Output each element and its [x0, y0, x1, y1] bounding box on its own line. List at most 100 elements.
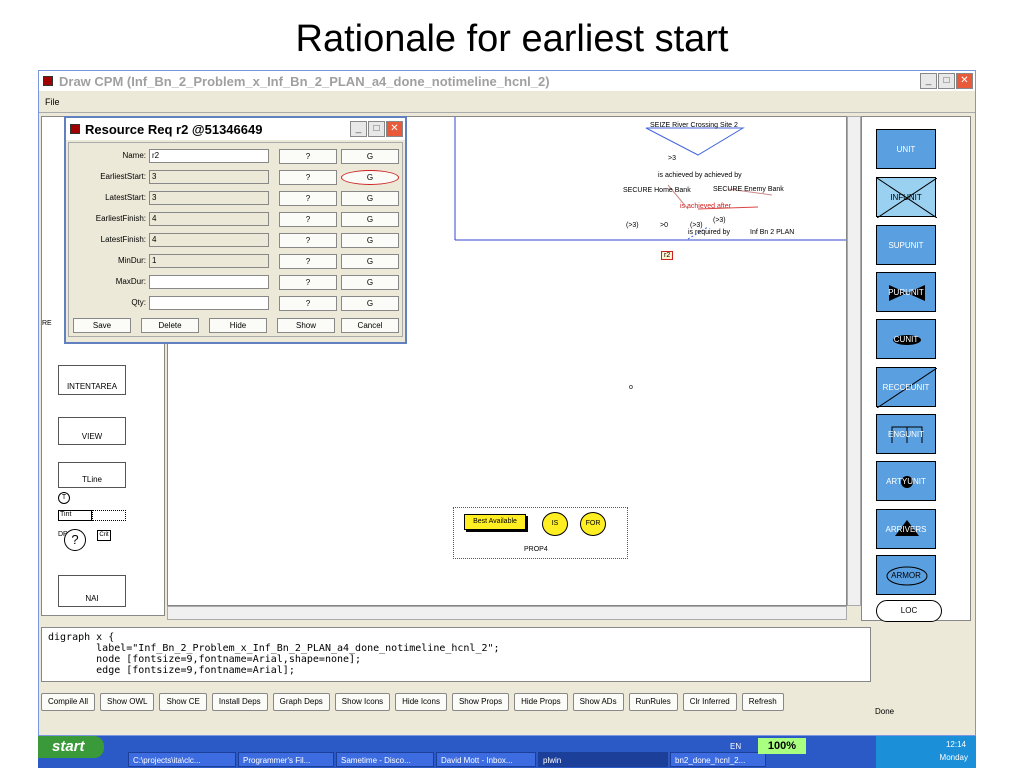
latest-start-input[interactable]: 3: [149, 191, 269, 205]
qty-g-button[interactable]: G: [341, 296, 399, 311]
seize-node-label[interactable]: SEIZE River Crossing Site 2: [650, 122, 738, 129]
latest-start-help-button[interactable]: ?: [279, 191, 337, 206]
latest-finish-g-button[interactable]: G: [341, 233, 399, 248]
window-titlebar[interactable]: Draw CPM (Inf_Bn_2_Problem_x_Inf_Bn_2_PL…: [39, 71, 975, 91]
palette-crit[interactable]: Crit: [97, 530, 111, 541]
menu-file[interactable]: File: [45, 97, 60, 107]
save-button[interactable]: Save: [73, 318, 131, 333]
palette-arrivers-label: ARRIVERS: [885, 525, 927, 534]
show-ads-button[interactable]: Show ADs: [572, 693, 624, 711]
latest-finish-help-button[interactable]: ?: [279, 233, 337, 248]
t-circle-icon[interactable]: T: [58, 492, 70, 504]
latest-start-g-button[interactable]: G: [341, 191, 399, 206]
is-node[interactable]: IS: [542, 512, 568, 536]
palette-purunit[interactable]: PURUNIT: [876, 272, 936, 312]
task-inbox[interactable]: David Mott - Inbox...: [436, 752, 536, 767]
earliest-finish-help-button[interactable]: ?: [279, 212, 337, 227]
earliest-start-input[interactable]: 3: [149, 170, 269, 184]
palette-arrivers[interactable]: ARRIVERS: [876, 509, 936, 549]
palette-loc[interactable]: LOC: [876, 600, 942, 622]
best-available-node[interactable]: Best Available: [464, 514, 526, 530]
refresh-button[interactable]: Refresh: [741, 693, 784, 711]
gt3-label: >3: [668, 155, 676, 162]
secure-enemy-node[interactable]: SECURE Enemy Bank: [713, 186, 784, 193]
palette-infunit[interactable]: INFUNIT: [876, 177, 937, 218]
min-dur-help-button[interactable]: ?: [279, 254, 337, 269]
palette-armor[interactable]: ARMOR: [876, 555, 936, 595]
palette-engunit[interactable]: ENGUNIT: [876, 414, 936, 454]
name-help-button[interactable]: ?: [279, 149, 337, 164]
dialog-minimize-button[interactable]: _: [350, 121, 367, 137]
zoom-badge: 100%: [758, 738, 806, 754]
r2-node[interactable]: r2: [661, 251, 674, 260]
show-button[interactable]: Show: [277, 318, 335, 333]
dialog-maximize-button[interactable]: □: [368, 121, 385, 137]
palette-unit[interactable]: UNIT: [876, 129, 936, 169]
qty-help-button[interactable]: ?: [279, 296, 337, 311]
prop4-group[interactable]: Best Available IS FOR PROP4: [453, 507, 628, 559]
close-button[interactable]: ✕: [956, 73, 973, 89]
for-node[interactable]: FOR: [580, 512, 606, 536]
max-dur-help-button[interactable]: ?: [279, 275, 337, 290]
maximize-button[interactable]: □: [938, 73, 955, 89]
palette-artyunit[interactable]: ARTYUNIT: [876, 461, 936, 501]
graph-deps-button[interactable]: Graph Deps: [272, 693, 330, 711]
palette-intentarea[interactable]: INTENTAREA: [58, 365, 126, 395]
language-indicator[interactable]: EN: [730, 742, 741, 751]
earliest-finish-input[interactable]: 4: [149, 212, 269, 226]
minimize-button[interactable]: _: [920, 73, 937, 89]
show-props-button[interactable]: Show Props: [451, 693, 510, 711]
clear-inferred-button[interactable]: Clr Inferred: [682, 693, 737, 711]
dialog-close-button[interactable]: ✕: [386, 121, 403, 137]
canvas-horizontal-scrollbar[interactable]: [167, 606, 847, 620]
run-rules-button[interactable]: RunRules: [628, 693, 678, 711]
task-programmers-file[interactable]: Programmer's Fil...: [238, 752, 334, 767]
palette-recceunit-label: RECCEUNIT: [882, 383, 930, 392]
earliest-finish-g-button[interactable]: G: [341, 212, 399, 227]
secure-home-node[interactable]: SECURE Home Bank: [623, 187, 691, 194]
delete-button[interactable]: Delete: [141, 318, 199, 333]
dialog-titlebar[interactable]: Resource Req r2 @51346649 _ □ ✕: [66, 118, 405, 140]
palette-artyunit-label: ARTYUNIT: [886, 477, 926, 486]
palette-cunit[interactable]: CUNIT: [876, 319, 936, 359]
inf-plan-node[interactable]: Inf Bn 2 PLAN: [750, 229, 794, 236]
earliest-start-help-button[interactable]: ?: [279, 170, 337, 185]
palette-infunit-label: INFUNIT: [890, 193, 922, 202]
hide-icons-button[interactable]: Hide Icons: [395, 693, 447, 711]
clock-time[interactable]: 12:14: [946, 740, 966, 749]
show-icons-button[interactable]: Show Icons: [334, 693, 391, 711]
dot-code-textarea[interactable]: digraph x { label="Inf_Bn_2_Problem_x_In…: [41, 627, 871, 682]
palette-tint[interactable]: Tint: [58, 510, 92, 521]
cancel-button[interactable]: Cancel: [341, 318, 399, 333]
min-dur-input[interactable]: 1: [149, 254, 269, 268]
task-projects[interactable]: C:\projects\ita\clc...: [128, 752, 236, 767]
hide-props-button[interactable]: Hide Props: [514, 693, 568, 711]
o-marker: o: [629, 384, 633, 391]
canvas-vertical-scrollbar[interactable]: [847, 116, 861, 606]
palette-supunit[interactable]: SUPUNIT: [876, 225, 936, 265]
palette-nai[interactable]: NAI: [58, 575, 126, 607]
earliest-start-g-button[interactable]: G: [341, 170, 399, 185]
task-plwin[interactable]: plwin: [538, 752, 668, 767]
show-owl-button[interactable]: Show OWL: [100, 693, 155, 711]
min-dur-g-button[interactable]: G: [341, 254, 399, 269]
install-deps-button[interactable]: Install Deps: [211, 693, 268, 711]
palette-view[interactable]: VIEW: [58, 417, 126, 445]
start-button[interactable]: start: [38, 736, 104, 758]
field-row-earliest-start: EarliestStart: 3 ? G: [69, 168, 404, 189]
compile-all-button[interactable]: Compile All: [41, 693, 96, 711]
max-dur-g-button[interactable]: G: [341, 275, 399, 290]
name-input[interactable]: r2: [149, 149, 269, 163]
question-circle-icon[interactable]: ?: [64, 529, 86, 551]
task-bn2-done[interactable]: bn2_done_hcnl_2...: [670, 752, 766, 767]
max-dur-input[interactable]: [149, 275, 269, 289]
latest-finish-input[interactable]: 4: [149, 233, 269, 247]
name-g-button[interactable]: G: [341, 149, 399, 164]
hide-button[interactable]: Hide: [209, 318, 267, 333]
qty-input[interactable]: [149, 296, 269, 310]
palette-tline[interactable]: TLine: [58, 462, 126, 488]
palette-recceunit[interactable]: RECCEUNIT: [876, 367, 937, 408]
show-ce-button[interactable]: Show CE: [159, 693, 207, 711]
task-sametime[interactable]: Sametime - Disco...: [336, 752, 434, 767]
app-icon: [43, 76, 53, 86]
